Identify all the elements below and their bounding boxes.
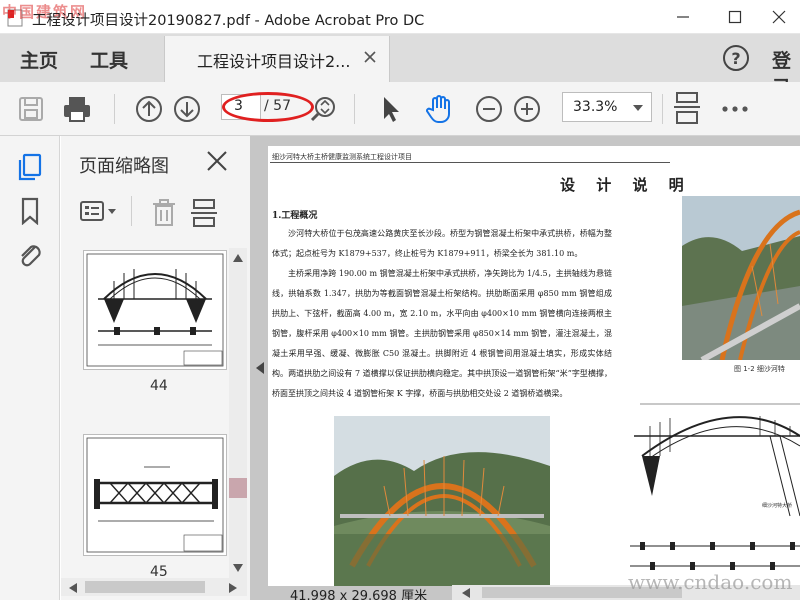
thumbnail-vertical-scrollbar[interactable] bbox=[229, 248, 247, 578]
page-thumbnail-45[interactable] bbox=[83, 434, 227, 556]
print-icon bbox=[64, 97, 90, 122]
maximize-button[interactable] bbox=[712, 4, 758, 30]
save-icon bbox=[19, 97, 43, 121]
page-display-button[interactable] bbox=[672, 92, 702, 124]
scrollbar-thumb[interactable] bbox=[85, 581, 205, 593]
scrollbar-thumb[interactable] bbox=[229, 478, 247, 498]
save-button[interactable] bbox=[16, 94, 46, 124]
thumbnails-panel: 页面缩略图 44 45 bbox=[61, 136, 250, 600]
close-icon bbox=[772, 10, 786, 24]
arrow-down-circle-icon bbox=[174, 96, 200, 122]
toolbar-separator bbox=[354, 94, 355, 124]
more-icon bbox=[722, 106, 748, 112]
collapse-panel-icon[interactable] bbox=[256, 362, 264, 374]
thumbnail-label-44: 44 bbox=[150, 378, 168, 394]
toolbar-separator bbox=[114, 94, 115, 124]
panel-separator bbox=[131, 196, 132, 226]
close-window-button[interactable] bbox=[756, 4, 800, 30]
window-title: 工程设计项目设计20190827.pdf - Adobe Acrobat Pro… bbox=[32, 13, 425, 29]
drawing-label: 细沙河特大桥 bbox=[762, 503, 793, 509]
scroll-down-icon[interactable] bbox=[233, 564, 243, 572]
tab-bar: 主页 工具 ? 登录 bbox=[0, 34, 800, 99]
zoom-out-button[interactable] bbox=[474, 94, 504, 124]
help-icon[interactable]: ? bbox=[722, 44, 750, 72]
panel-title: 页面缩略图 bbox=[79, 156, 169, 177]
bookmark-icon bbox=[21, 197, 39, 225]
pdf-page[interactable]: 细沙河特大桥主桥健康监测系统工程设计项目 设 计 说 明 1.工程概况 沙河特大… bbox=[268, 146, 800, 586]
minimize-icon bbox=[677, 16, 689, 18]
navigation-rail bbox=[0, 136, 60, 600]
chevron-down-icon bbox=[633, 105, 643, 111]
document-tab-label: 工程设计项目设计2... bbox=[197, 52, 351, 71]
minimize-button[interactable] bbox=[660, 4, 706, 30]
maximize-icon bbox=[728, 10, 742, 24]
tab-tools[interactable]: 工具 bbox=[90, 46, 128, 73]
truss-drawing-thumbnail bbox=[86, 437, 224, 553]
scroll-right-icon[interactable] bbox=[229, 583, 237, 593]
delete-page-button[interactable] bbox=[149, 198, 179, 228]
page-number-annotation bbox=[222, 92, 314, 122]
cursor-icon bbox=[384, 97, 399, 122]
thumbnail-horizontal-scrollbar[interactable] bbox=[61, 578, 247, 596]
thumbnail-options-button[interactable] bbox=[79, 198, 119, 224]
select-tool-button[interactable] bbox=[376, 94, 406, 124]
scroll-left-icon[interactable] bbox=[462, 588, 470, 598]
svg-text:?: ? bbox=[731, 49, 740, 68]
plus-circle-icon bbox=[514, 96, 540, 122]
document-body: 沙河特大桥位于包茂高速公路黄庆至长沙段。桥型为钢管混凝土桁架中承式拱桥，桥幅为整… bbox=[272, 224, 612, 404]
tab-home[interactable]: 主页 bbox=[20, 46, 58, 73]
scroll-up-icon[interactable] bbox=[233, 254, 243, 262]
hand-icon bbox=[426, 95, 450, 123]
zoom-value: 33.3% bbox=[573, 99, 618, 115]
page-layout-icon bbox=[191, 199, 217, 227]
tab-document[interactable]: 工程设计项目设计2... bbox=[164, 36, 390, 82]
next-page-button[interactable] bbox=[172, 94, 202, 124]
bridge-photo-right bbox=[682, 196, 800, 360]
main-toolbar: 3 / 57 33.3% bbox=[0, 82, 800, 136]
pages-icon bbox=[18, 153, 42, 181]
page-thumbnails-button[interactable] bbox=[15, 152, 45, 182]
bridge-photo-bottom bbox=[334, 416, 550, 586]
title-bar: 中国建筑网 工程设计项目设计20190827.pdf - Adobe Acrob… bbox=[0, 0, 800, 34]
scroll-left-icon[interactable] bbox=[69, 583, 77, 593]
document-header: 细沙河特大桥主桥健康监测系统工程设计项目 bbox=[272, 153, 412, 161]
more-tools-button[interactable] bbox=[720, 94, 750, 124]
photo-caption: 图 1-2 细沙河特 bbox=[734, 365, 785, 373]
fit-page-icon bbox=[674, 92, 700, 124]
paragraph: 主桥采用净跨 190.00 m 钢管混凝土桁架中承式拱桥，净矢跨比为 1/4.5… bbox=[272, 269, 612, 398]
minus-circle-icon bbox=[476, 96, 502, 122]
list-options-icon bbox=[80, 201, 116, 221]
elevation-drawing bbox=[630, 396, 800, 586]
zoom-select[interactable]: 33.3% bbox=[562, 92, 652, 122]
attachments-button[interactable] bbox=[15, 240, 45, 270]
watermark-bottom: www.cndao.com bbox=[628, 570, 793, 594]
page-thumbnail-44[interactable] bbox=[83, 250, 227, 370]
hand-tool-button[interactable] bbox=[424, 94, 454, 124]
arrow-up-circle-icon bbox=[136, 96, 162, 122]
bridge-drawing-thumbnail bbox=[86, 253, 224, 367]
page-dimensions: 41.998 x 29.698 厘米 bbox=[290, 589, 428, 600]
close-tab-icon[interactable] bbox=[363, 50, 377, 64]
document-title: 设 计 说 明 bbox=[560, 176, 692, 194]
toolbar-separator bbox=[662, 94, 663, 124]
header-rule bbox=[270, 162, 670, 163]
section-title: 1.工程概况 bbox=[272, 211, 318, 221]
paragraph: 沙河特大桥位于包茂高速公路黄庆至长沙段。桥型为钢管混凝土桁架中承式拱桥，桥幅为整… bbox=[272, 229, 612, 258]
print-button[interactable] bbox=[62, 94, 92, 124]
close-icon[interactable] bbox=[206, 150, 228, 172]
trash-icon bbox=[153, 199, 175, 226]
previous-page-button[interactable] bbox=[134, 94, 164, 124]
zoom-in-button[interactable] bbox=[512, 94, 542, 124]
paperclip-icon bbox=[21, 245, 41, 267]
insert-page-button[interactable] bbox=[189, 198, 219, 228]
bookmarks-button[interactable] bbox=[15, 196, 45, 226]
